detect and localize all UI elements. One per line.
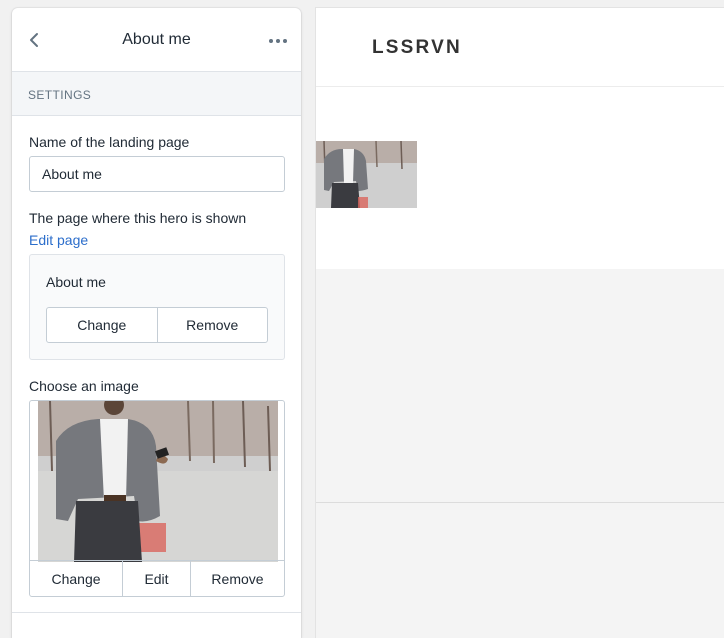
edit-image-button[interactable]: Edit	[122, 561, 190, 596]
hero-thumbnail	[316, 141, 417, 208]
section-divider	[316, 502, 724, 503]
brand-logo[interactable]: LSSRVN	[372, 37, 462, 59]
selected-page-card: About me Change Remove	[29, 254, 285, 360]
landing-name-label: Name of the landing page	[29, 134, 190, 150]
image-picker: Change Edit Remove	[29, 400, 285, 597]
landing-name-input[interactable]	[29, 156, 285, 192]
change-page-button[interactable]: Change	[47, 308, 157, 342]
panel-divider	[12, 612, 301, 613]
preview-header: LSSRVN	[316, 8, 724, 87]
choose-image-label: Choose an image	[29, 378, 139, 394]
remove-image-button[interactable]: Remove	[190, 561, 284, 596]
storefront-preview: LSSRVN	[316, 8, 724, 638]
panel-header: About me	[12, 8, 301, 72]
section-heading: SETTINGS	[12, 72, 301, 116]
edit-page-link[interactable]: Edit page	[29, 232, 88, 248]
remove-page-button[interactable]: Remove	[156, 308, 268, 342]
hero-section	[316, 87, 724, 269]
change-image-button[interactable]: Change	[30, 561, 122, 596]
ellipsis-icon[interactable]	[267, 37, 289, 45]
selected-page-title: About me	[46, 274, 106, 290]
hero-image	[38, 401, 278, 562]
hero-page-label: The page where this hero is shown	[29, 210, 247, 226]
panel-title: About me	[122, 31, 191, 48]
settings-panel: About me SETTINGS Name of the landing pa…	[12, 8, 301, 638]
image-button-group: Change Edit Remove	[30, 560, 284, 596]
page-button-group: Change Remove	[46, 307, 268, 343]
